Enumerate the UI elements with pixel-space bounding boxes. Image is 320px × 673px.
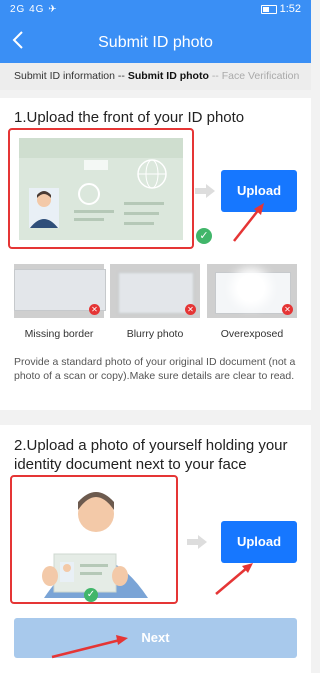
- signal-indicators: 2G 4G ✈: [10, 4, 58, 15]
- check-icon: ✓: [196, 228, 212, 244]
- arrow-right-icon: [195, 184, 215, 203]
- upload-instructions: Provide a standard photo of your origina…: [14, 356, 296, 382]
- status-right: 1:52: [260, 3, 301, 15]
- example-blurry-photo: ✕: [110, 264, 200, 318]
- caption-overexposed: Overexposed: [220, 328, 284, 340]
- error-icon: ✕: [89, 304, 100, 315]
- clock: 1:52: [279, 3, 301, 15]
- battery-icon: [260, 4, 277, 14]
- selfie-photo-highlight: [10, 475, 178, 604]
- step-separator: --: [211, 70, 219, 82]
- caption-blurry-photo: Blurry photo: [126, 328, 184, 340]
- step-separator: --: [117, 70, 125, 82]
- upload-selfie-button[interactable]: Upload: [221, 521, 297, 563]
- step-submit-id-photo: Submit ID photo: [127, 70, 209, 82]
- caption-missing-border: Missing border: [24, 328, 94, 340]
- section1-heading: 1.Upload the front of your ID photo: [14, 109, 245, 126]
- annotation-arrow: [212, 560, 258, 603]
- status-bar: 2G 4G ✈ 1:52: [0, 0, 311, 22]
- error-icon: ✕: [282, 304, 293, 315]
- example-missing-border: ✕: [14, 264, 106, 318]
- front-photo-highlight: [8, 128, 194, 249]
- annotation-arrow: [48, 632, 132, 667]
- section2-heading: 2.Upload a photo of yourself holding you…: [14, 437, 288, 473]
- annotation-arrow: [230, 200, 270, 250]
- step-submit-id-info: Submit ID information: [14, 70, 115, 82]
- step-breadcrumb: Submit ID information -- Submit ID photo…: [0, 63, 311, 90]
- step-face-verification: Face Verification: [221, 70, 300, 82]
- check-icon: ✓: [84, 588, 98, 602]
- example-overexposed: ✕: [207, 264, 297, 318]
- error-icon: ✕: [185, 304, 196, 315]
- arrow-right-icon: [187, 535, 207, 554]
- page-title: Submit ID photo: [98, 34, 213, 51]
